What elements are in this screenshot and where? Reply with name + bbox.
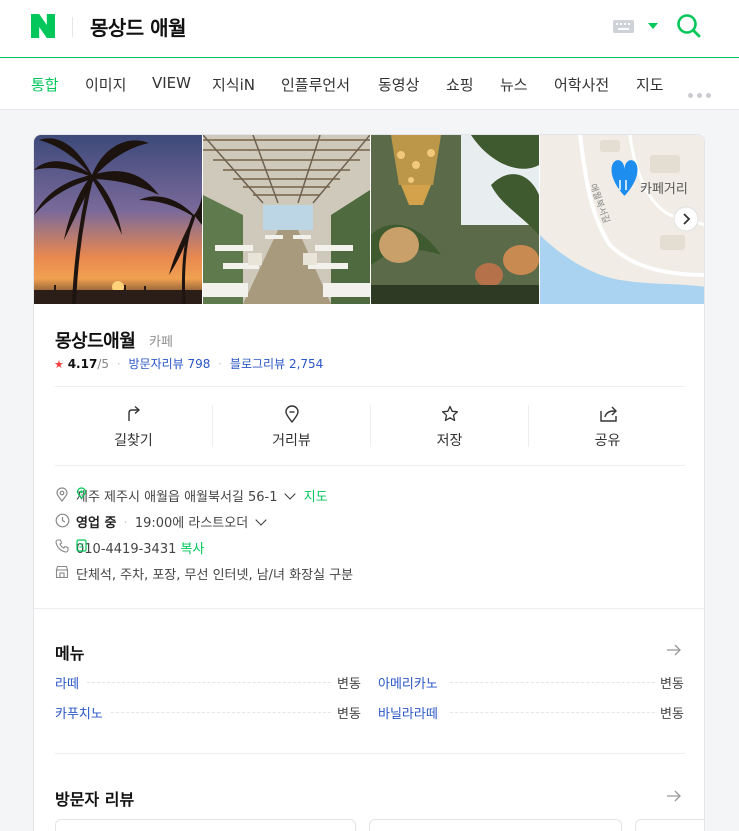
tab-all[interactable]: 통합 bbox=[31, 74, 59, 95]
dropdown-caret-icon[interactable] bbox=[648, 23, 658, 29]
save-button[interactable]: 저장 bbox=[371, 387, 528, 465]
hours-row: 영업 중 · 19:00에 라스트오더 bbox=[55, 512, 315, 531]
photo-chandelier[interactable] bbox=[371, 135, 539, 304]
tab-images[interactable]: 이미지 bbox=[85, 74, 126, 95]
divider bbox=[55, 753, 685, 754]
action-bar: 길찾기 거리뷰 저장 공유 bbox=[55, 387, 685, 465]
tab-kin[interactable]: 지식iN bbox=[212, 74, 255, 95]
tab-map[interactable]: 지도 bbox=[636, 74, 664, 95]
open-status: 영업 중 bbox=[76, 516, 117, 531]
naver-logo[interactable] bbox=[31, 14, 55, 38]
address-expand-icon[interactable] bbox=[283, 488, 296, 500]
tab-influencer[interactable]: 인플루언서 bbox=[281, 74, 350, 95]
reviews-more-arrow-icon[interactable] bbox=[666, 789, 682, 803]
review-card[interactable] bbox=[55, 819, 356, 831]
visitor-reviews-link[interactable]: 방문자리뷰 798 bbox=[128, 357, 210, 371]
search-query[interactable]: 몽상드 애월 bbox=[90, 12, 186, 41]
place-name[interactable]: 몽상드애월 bbox=[55, 327, 136, 353]
tab-video[interactable]: 동영상 bbox=[378, 74, 419, 95]
rating-max: /5 bbox=[97, 357, 109, 371]
address-text: 제주 제주시 애월읍 애월북서길 56-1 bbox=[76, 490, 278, 505]
tab-news[interactable]: 뉴스 bbox=[500, 74, 528, 95]
tab-shopping[interactable]: 쇼핑 bbox=[446, 74, 474, 95]
phone-row: 010-4419-3431 복사 bbox=[55, 538, 255, 557]
search-tabs: 통합 이미지 VIEW 지식iN 인플루언서 동영상 쇼핑 뉴스 어학사전 지도 bbox=[0, 59, 739, 110]
reviews-section-title: 방문자 리뷰 bbox=[55, 790, 135, 809]
streetview-icon bbox=[285, 405, 299, 423]
rating-value: 4.17 bbox=[67, 357, 98, 371]
menu-item[interactable]: 카푸치노 변동 bbox=[55, 703, 361, 722]
header-divider bbox=[72, 17, 73, 37]
facilities-text: 단체석, 주차, 포장, 무선 인터넷, 남/녀 화장실 구분 bbox=[76, 568, 354, 583]
address-row: 제주 제주시 애월읍 애월북서길 56-1 지도 bbox=[55, 486, 375, 505]
search-icon[interactable] bbox=[676, 13, 702, 39]
streetview-button[interactable]: 거리뷰 bbox=[213, 387, 370, 465]
copy-icon bbox=[76, 539, 87, 552]
share-button[interactable]: 공유 bbox=[529, 387, 686, 465]
clock-icon bbox=[55, 513, 70, 528]
menu-more-arrow-icon[interactable] bbox=[666, 643, 682, 657]
directions-button[interactable]: 길찾기 bbox=[55, 387, 212, 465]
search-header: 몽상드 애월 bbox=[0, 0, 739, 58]
menu-item[interactable]: 라떼 변동 bbox=[55, 673, 361, 692]
place-card: 카페거리 애월북서길 몽상드애월 카페 ★ 4.17/5 · 방문자리뷰 798… bbox=[33, 134, 705, 831]
directions-icon bbox=[128, 405, 141, 421]
menu-section-title: 메뉴 bbox=[55, 644, 85, 663]
divider bbox=[55, 465, 685, 466]
rating-row: ★ 4.17/5 · 방문자리뷰 798 · 블로그리뷰 2,754 bbox=[54, 357, 324, 371]
location-pin-icon bbox=[56, 487, 68, 502]
streetview-label: 거리뷰 bbox=[272, 433, 311, 449]
map-thumbnail[interactable]: 카페거리 애월북서길 bbox=[540, 135, 704, 304]
photo-sunset[interactable] bbox=[34, 135, 202, 304]
rating-star-icon: ★ bbox=[54, 358, 64, 371]
phone-number[interactable]: 010-4419-3431 bbox=[76, 542, 176, 557]
store-icon bbox=[55, 565, 69, 579]
tab-dictionary[interactable]: 어학사전 bbox=[554, 74, 609, 95]
menu-item[interactable]: 아메리카노 변동 bbox=[378, 673, 685, 692]
review-card[interactable] bbox=[369, 819, 622, 831]
phone-icon bbox=[55, 539, 69, 553]
place-category: 카페 bbox=[149, 335, 173, 350]
map-pin-icon bbox=[76, 487, 87, 499]
keyboard-icon[interactable] bbox=[613, 20, 634, 33]
copy-phone-button[interactable]: 복사 bbox=[76, 539, 204, 557]
more-tabs-icon[interactable] bbox=[688, 83, 715, 102]
map-thumb-label: 카페거리 bbox=[640, 181, 688, 196]
share-icon bbox=[600, 406, 617, 422]
review-card[interactable] bbox=[635, 819, 704, 831]
hours-expand-icon[interactable] bbox=[255, 514, 267, 526]
blog-reviews-link[interactable]: 블로그리뷰 2,754 bbox=[230, 357, 323, 371]
photo-terrace[interactable] bbox=[203, 135, 370, 304]
menu-item[interactable]: 바닐라라떼 변동 bbox=[378, 703, 685, 722]
facilities-row: 단체석, 주차, 포장, 무선 인터넷, 남/녀 화장실 구분 bbox=[55, 564, 395, 583]
map-link[interactable]: 지도 bbox=[76, 487, 328, 505]
section-divider bbox=[34, 608, 704, 609]
save-label: 저장 bbox=[436, 433, 463, 449]
star-icon bbox=[441, 405, 459, 422]
photo-strip: 카페거리 애월북서길 bbox=[34, 135, 704, 304]
share-label: 공유 bbox=[594, 433, 621, 449]
directions-label: 길찾기 bbox=[114, 433, 153, 449]
last-order-text: 19:00에 라스트오더 bbox=[134, 516, 249, 531]
tab-view[interactable]: VIEW bbox=[152, 74, 191, 92]
